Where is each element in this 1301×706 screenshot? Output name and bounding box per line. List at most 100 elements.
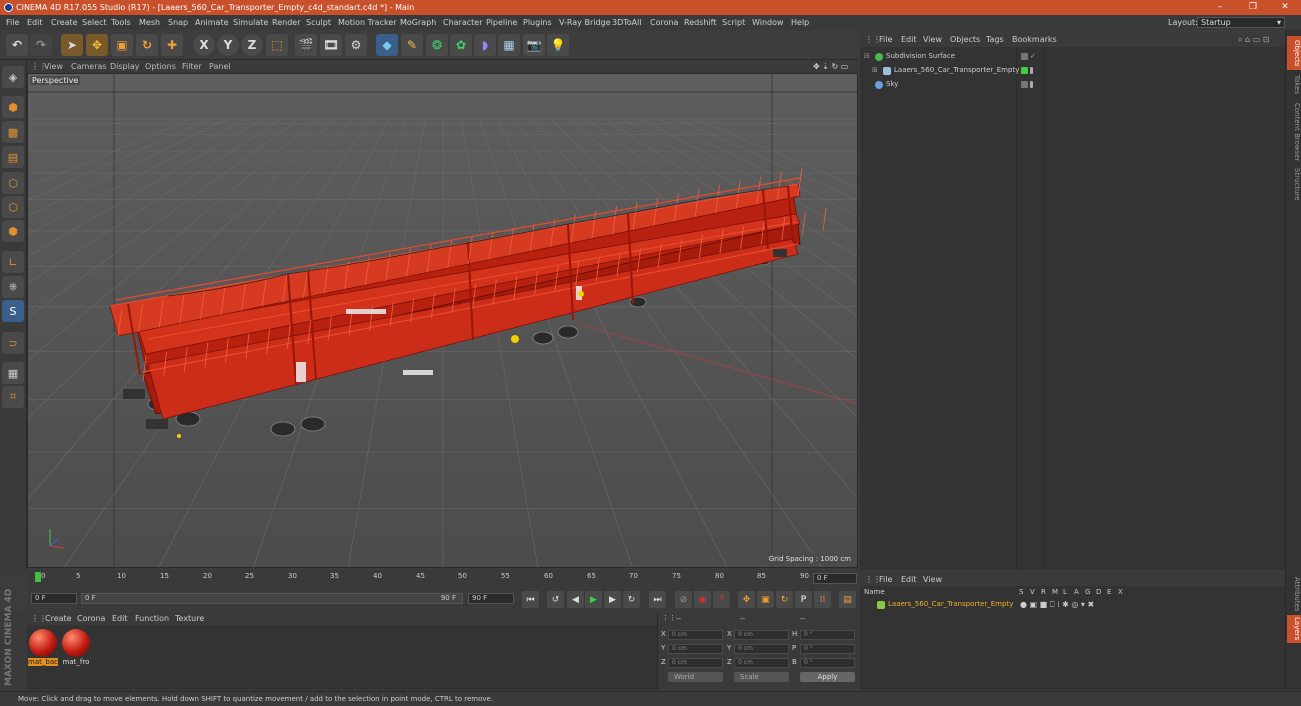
maximize-button[interactable]: ❐ (1238, 0, 1268, 15)
menu-corona[interactable]: Corona (650, 15, 678, 30)
material-menu-texture[interactable]: Texture (175, 612, 204, 625)
previous-frame-icon[interactable]: ◀ (567, 591, 584, 608)
play-icon[interactable]: ▶ (585, 591, 602, 608)
om-menu-view[interactable]: View (923, 33, 942, 47)
camera-icon[interactable]: 📷 (523, 34, 545, 56)
end-frame-field[interactable]: 90 F (468, 593, 514, 604)
material-menu-corona[interactable]: Corona (77, 612, 105, 625)
menu-mograph[interactable]: MoGraph (400, 15, 436, 30)
go-to-end-icon[interactable]: ⏭ (649, 591, 666, 608)
lm-menu-edit[interactable]: Edit (901, 573, 917, 586)
coordinate-mode-select[interactable]: Scale (734, 672, 789, 682)
visibility-dots[interactable] (1021, 81, 1028, 88)
visibility-dots[interactable] (1030, 67, 1033, 74)
menu-3dtoall[interactable]: 3DToAll (612, 15, 642, 30)
rotation-h-field[interactable]: 0 ° (800, 630, 855, 640)
apply-button[interactable]: Apply (800, 672, 855, 682)
axis-mode-icon[interactable]: ∟ (2, 251, 24, 273)
menu-plugins[interactable]: Plugins (523, 15, 552, 30)
current-frame-field[interactable]: 0 F (813, 573, 857, 584)
menu-mesh[interactable]: Mesh (139, 15, 160, 30)
menu-create[interactable]: Create (51, 15, 78, 30)
coordinate-system-icon[interactable]: ⬚ (266, 34, 288, 56)
layer-row[interactable]: Laaers_560_Car_Transporter_Empty ● ▣ ■ ⎕… (860, 598, 1285, 611)
layout-select[interactable]: Startup ▾ (1197, 17, 1285, 28)
menu-render[interactable]: Render (272, 15, 300, 30)
tab-takes[interactable]: Takes (1287, 72, 1301, 98)
model-mode-icon[interactable]: ⬢ (2, 96, 24, 118)
layer-col-generators[interactable]: G (1085, 588, 1090, 596)
viewport-menu-filter[interactable]: Filter (182, 60, 202, 73)
viewport-menu-options[interactable]: Options (145, 60, 176, 73)
next-key-icon[interactable]: ↻ (623, 591, 640, 608)
viewport-camera-label[interactable]: Perspective (30, 76, 81, 85)
visibility-dots[interactable] (1030, 81, 1033, 88)
next-frame-icon[interactable]: ▶ (604, 591, 621, 608)
redo-icon[interactable]: ↷ (30, 34, 52, 56)
close-button[interactable]: ✕ (1270, 0, 1300, 15)
key-pla-icon[interactable]: ⁞⁞ (814, 591, 831, 608)
key-param-icon[interactable]: P (795, 591, 812, 608)
rotation-p-field[interactable]: 0 ° (800, 644, 855, 654)
solo-icon[interactable]: S (2, 300, 24, 322)
viewport-menu-view[interactable]: View (44, 60, 63, 73)
menu-animate[interactable]: Animate (195, 15, 229, 30)
magnet-icon[interactable]: ⊃ (2, 332, 24, 354)
cloner-icon[interactable]: ✿ (450, 34, 472, 56)
tab-layers[interactable]: Layers (1287, 615, 1301, 643)
layer-col-animation[interactable]: A (1074, 588, 1079, 596)
perspective-viewport[interactable]: Perspective Grid Spacing : 1000 cm (27, 73, 858, 568)
om-menu-file[interactable]: File (879, 33, 892, 47)
viewport-menu-cameras[interactable]: Cameras (71, 60, 107, 73)
points-mode-icon[interactable]: ⬡ (2, 172, 24, 194)
menu-select[interactable]: Select (82, 15, 107, 30)
render-view-icon[interactable]: 🎬 (295, 34, 317, 56)
tree-expander[interactable]: ⊞ (872, 64, 878, 77)
menu-script[interactable]: Script (722, 15, 745, 30)
coordinate-space-select[interactable]: World (668, 672, 723, 682)
material-swatch[interactable]: mat_bac (28, 629, 58, 669)
tab-structure[interactable]: Structure (1287, 166, 1301, 202)
viewport-menu-panel[interactable]: Panel (209, 60, 231, 73)
size-z-field[interactable]: 0 cm (734, 658, 789, 668)
om-menu-objects[interactable]: Objects (950, 33, 980, 47)
edges-mode-icon[interactable]: ⬡ (2, 196, 24, 218)
layer-color-swatch[interactable] (877, 601, 885, 609)
lm-menu-view[interactable]: View (923, 573, 942, 586)
minimize-button[interactable]: – (1205, 0, 1235, 15)
pen-icon[interactable]: ✎ (401, 34, 423, 56)
select-arrow-icon[interactable]: ➤ (61, 34, 83, 56)
size-x-field[interactable]: 0 cm (734, 630, 789, 640)
object-row[interactable]: ⊟ Subdivision Surface ✓ (860, 50, 1285, 63)
position-x-field[interactable]: 0 cm (668, 630, 723, 640)
viewport-menu-display[interactable]: Display (110, 60, 140, 73)
undo-icon[interactable]: ↶ (6, 34, 28, 56)
render-settings-icon[interactable]: ⚙ (345, 34, 367, 56)
om-menu-tags[interactable]: Tags (986, 33, 1004, 47)
menu-sculpt[interactable]: Sculpt (306, 15, 331, 30)
move-icon[interactable]: ✥ (86, 34, 108, 56)
key-scale-icon[interactable]: ▣ (757, 591, 774, 608)
previous-key-icon[interactable]: ↺ (547, 591, 564, 608)
material-menu-function[interactable]: Function (135, 612, 169, 625)
scale-icon[interactable]: ▣ (111, 34, 133, 56)
size-y-field[interactable]: 0 cm (734, 644, 789, 654)
menu-character[interactable]: Character (443, 15, 483, 30)
floor-icon[interactable]: ▦ (498, 34, 520, 56)
om-menu-bookmarks[interactable]: Bookmarks (1012, 33, 1057, 47)
rotation-b-field[interactable]: 0 ° (800, 658, 855, 668)
menu-redshift[interactable]: Redshift (684, 15, 716, 30)
key-position-icon[interactable]: ✥ (738, 591, 755, 608)
tree-expander[interactable]: ⊟ (864, 50, 870, 63)
object-row[interactable]: ⊞ Laaers_560_Car_Transporter_Empty (860, 64, 1285, 77)
menu-tools[interactable]: Tools (111, 15, 131, 30)
layer-col-manager[interactable]: M (1052, 588, 1058, 596)
tab-content-browser[interactable]: Content Browser (1287, 100, 1301, 164)
menu-file[interactable]: File (6, 15, 19, 30)
layer-col-render[interactable]: R (1041, 588, 1046, 596)
record-keys-icon[interactable]: ⊘ (675, 591, 692, 608)
tab-objects[interactable]: Objects (1287, 36, 1301, 70)
layer-col-deformers[interactable]: D (1096, 588, 1101, 596)
menu-window[interactable]: Window (752, 15, 784, 30)
tab-attributes[interactable]: Attributes (1287, 575, 1301, 613)
